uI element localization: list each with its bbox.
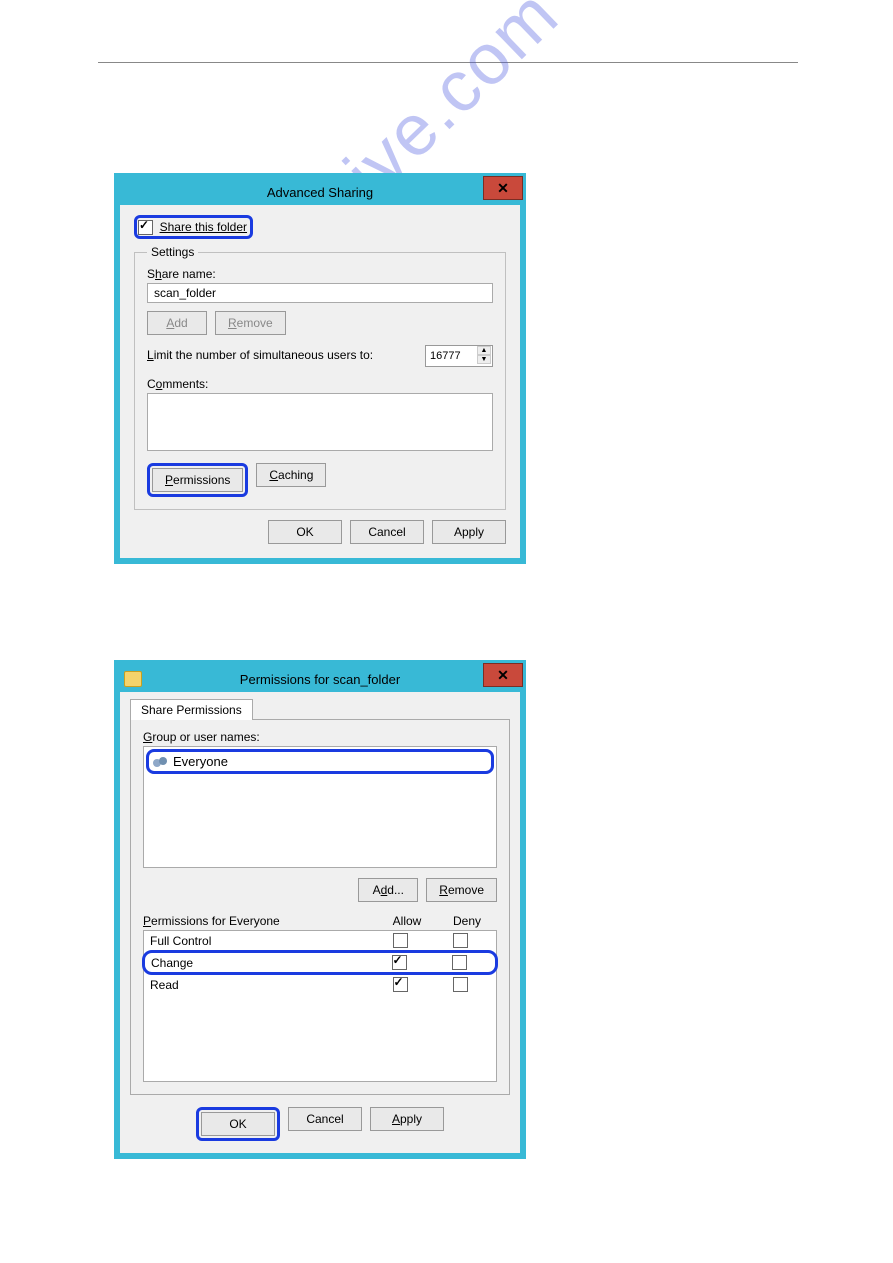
folder-icon [124, 671, 142, 687]
settings-group: Settings Share name: Add Remove Limit th… [134, 245, 506, 510]
permissions-highlight: Permissions [147, 463, 248, 497]
permissions-list: Full Control Change Read [143, 930, 497, 1082]
add-user-button[interactable]: Add... [358, 878, 418, 902]
change-deny-checkbox[interactable] [452, 955, 467, 970]
cancel-button[interactable]: Cancel [350, 520, 424, 544]
apply-button[interactable]: Apply [432, 520, 506, 544]
full-control-allow-checkbox[interactable] [393, 933, 408, 948]
ok-highlight: OK [196, 1107, 280, 1141]
dialog-titlebar: Advanced Sharing ✕ [120, 179, 520, 205]
dialog-body: Share this folder Settings Share name: A… [120, 205, 520, 558]
apply-button[interactable]: Apply [370, 1107, 444, 1131]
tab-panel: Group or user names: Everyone Add... Rem… [130, 719, 510, 1095]
remove-button[interactable]: Remove [215, 311, 286, 335]
perm-row-change-highlight: Change [142, 950, 498, 975]
share-name-label: Share name: [147, 267, 493, 281]
share-folder-label[interactable]: Share this folder [160, 220, 247, 234]
caching-button[interactable]: Caching [256, 463, 326, 487]
add-button[interactable]: Add [147, 311, 207, 335]
share-folder-highlight: Share this folder [134, 215, 253, 239]
permissions-table: Permissions for Everyone Allow Deny Full… [143, 914, 497, 1082]
deny-header: Deny [437, 914, 497, 928]
perm-row-full-control: Full Control [144, 931, 496, 950]
perm-change-label: Change [151, 956, 369, 970]
page-divider [98, 62, 798, 63]
advanced-sharing-dialog: Advanced Sharing ✕ Share this folder Set… [114, 173, 526, 564]
dialog-title: Advanced Sharing [267, 185, 373, 200]
limit-label: Limit the number of simultaneous users t… [147, 348, 373, 362]
change-allow-checkbox[interactable] [392, 955, 407, 970]
limit-users-spinner[interactable]: 16777 ▲▼ [425, 345, 493, 367]
remove-user-button[interactable]: Remove [426, 878, 497, 902]
dialog-titlebar: Permissions for scan_folder ✕ [120, 666, 520, 692]
close-button[interactable]: ✕ [483, 176, 523, 200]
comments-textarea[interactable] [147, 393, 493, 451]
perm-row-read: Read [144, 975, 496, 994]
perm-read-label: Read [150, 978, 370, 992]
user-everyone-label[interactable]: Everyone [173, 754, 228, 769]
permissions-for-label: Permissions for Everyone [143, 914, 377, 928]
ok-button[interactable]: OK [268, 520, 342, 544]
limit-value: 16777 [430, 350, 461, 362]
share-folder-checkbox[interactable] [138, 220, 153, 235]
perm-full-control-label: Full Control [150, 934, 370, 948]
user-everyone-highlight: Everyone [146, 749, 494, 774]
cancel-button[interactable]: Cancel [288, 1107, 362, 1131]
share-name-input[interactable] [147, 283, 493, 303]
full-control-deny-checkbox[interactable] [453, 933, 468, 948]
users-icon [153, 755, 169, 769]
read-allow-checkbox[interactable] [393, 977, 408, 992]
close-button[interactable]: ✕ [483, 663, 523, 687]
group-user-names-label: Group or user names: [143, 730, 497, 744]
ok-button[interactable]: OK [201, 1112, 275, 1136]
comments-label: Comments: [147, 377, 493, 391]
allow-header: Allow [377, 914, 437, 928]
dialog-title: Permissions for scan_folder [240, 672, 400, 687]
permissions-dialog: Permissions for scan_folder ✕ Share Perm… [114, 660, 526, 1159]
permissions-button[interactable]: Permissions [152, 468, 243, 492]
read-deny-checkbox[interactable] [453, 977, 468, 992]
dialog-body: Share Permissions Group or user names: E… [120, 692, 520, 1153]
settings-legend: Settings [147, 245, 198, 259]
user-list[interactable]: Everyone [143, 746, 497, 868]
tab-share-permissions[interactable]: Share Permissions [130, 699, 253, 720]
